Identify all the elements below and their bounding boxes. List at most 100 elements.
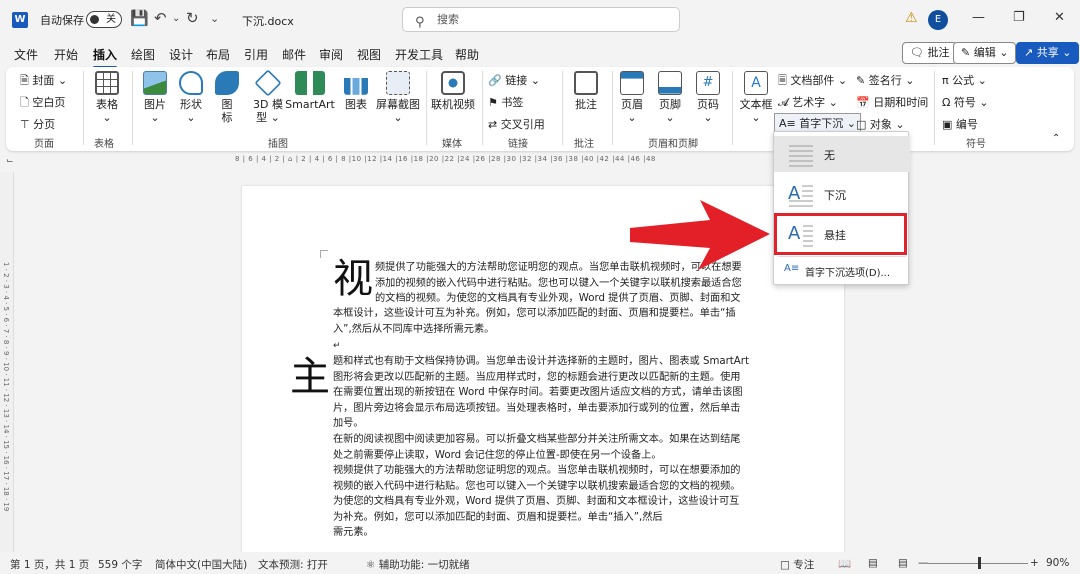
3d-models-button[interactable]: 3D 模型 ⌄: [248, 69, 288, 124]
restore-icon[interactable]: ❐: [1013, 10, 1025, 25]
footer-button[interactable]: 页脚 ⌄: [654, 71, 686, 124]
minimize-icon[interactable]: —: [972, 10, 985, 25]
tab-home[interactable]: 开始: [54, 46, 78, 63]
bookmark-button[interactable]: ⚑ 书签: [488, 94, 523, 110]
chart-button[interactable]: 图表: [338, 71, 374, 111]
wordart-button[interactable]: 𝓐 艺术字 ⌄: [778, 94, 838, 110]
link-button[interactable]: 🔗 链接 ⌄: [488, 72, 540, 88]
new-comment-button[interactable]: 批注: [568, 71, 604, 111]
share-button[interactable]: ↗ 共享 ⌄: [1016, 42, 1080, 64]
zoom-in-icon[interactable]: +: [1030, 557, 1039, 569]
drop-cap-button[interactable]: A≡ 首字下沉 ⌄: [774, 113, 861, 133]
tab-insert[interactable]: 插入: [93, 46, 118, 69]
word-count[interactable]: 559 个字: [98, 557, 142, 572]
undo-icon[interactable]: ↶: [154, 9, 167, 27]
group-divider: [562, 71, 563, 145]
focus-mode-button[interactable]: □ 专注: [780, 557, 814, 572]
smartart-icon: [295, 71, 325, 95]
text-box-button[interactable]: A 文本框 ⌄: [736, 71, 776, 124]
no-drop-cap-icon: [789, 145, 813, 167]
print-layout-icon[interactable]: ▤: [868, 557, 878, 569]
paragraph-3[interactable]: 在新的阅读视图中阅读更加容易。可以折叠文档某些部分并关注所需文本。如果在达到结尾…: [333, 432, 741, 541]
shapes-button[interactable]: 形状 ⌄: [174, 71, 208, 124]
save-icon[interactable]: 💾: [130, 9, 149, 27]
tab-layout[interactable]: 布局: [206, 46, 230, 63]
comment-icon: [574, 71, 598, 95]
shapes-icon: [179, 71, 203, 95]
group-media-label: 媒体: [442, 139, 462, 150]
group-illustrations-label: 插图: [268, 139, 288, 150]
horizontal-ruler[interactable]: 8 | 6 | 4 | 2 | ⌂ | 2 | 4 | 6 | 8 |10 |1…: [235, 155, 795, 168]
paragraph-2[interactable]: 题和样式也有助于文档保持协调。当您单击设计并选择新的主题时，图片、图表或 Sma…: [333, 354, 749, 432]
autosave-toggle[interactable]: 关: [86, 11, 122, 28]
vertical-ruler[interactable]: 1 · 2 · 3 · 4 · 5 · 6 · 7 · 8 · 9 · 10 ·…: [0, 172, 14, 552]
group-divider: [612, 71, 613, 145]
tab-draw[interactable]: 绘图: [131, 46, 155, 63]
text-prediction-status[interactable]: 文本预测: 打开: [258, 557, 328, 572]
online-video-button[interactable]: 联机视频: [430, 71, 476, 111]
warning-icon[interactable]: ⚠: [905, 10, 918, 26]
page-number-button[interactable]: # 页码 ⌄: [692, 71, 724, 124]
drop-cap-none-option[interactable]: 无: [774, 136, 910, 172]
symbol-button[interactable]: Ω 符号 ⌄: [942, 94, 989, 110]
paragraph-1b[interactable]: 本框设计，这些设计可互为补充。例如，您可以添加匹配的封面、页眉和提要栏。单击“插…: [333, 306, 736, 337]
cover-page-button[interactable]: 🗎 封面 ⌄: [20, 72, 67, 91]
highlight-box: [774, 213, 907, 255]
tab-review[interactable]: 审阅: [319, 46, 343, 63]
accessibility-status[interactable]: ⚛ 辅助功能: 一切就绪: [366, 557, 470, 572]
signature-line-button[interactable]: ✎ 签名行 ⌄: [856, 72, 914, 88]
icons-icon: [215, 71, 239, 95]
title-bar: W 自动保存 关 💾 ↶ ⌄ ↻ ⌄ 下沉.docx ⚲ 搜索 ⚠ E — ❐ …: [0, 0, 1080, 40]
menu-divider: [778, 256, 906, 257]
customize-toolbar-icon[interactable]: ⌄: [210, 12, 219, 25]
zoom-out-icon[interactable]: —: [918, 557, 929, 569]
tab-mailings[interactable]: 邮件: [282, 46, 306, 63]
table-button[interactable]: 表格 ⌄: [90, 71, 124, 124]
cross-reference-button[interactable]: ⇄ 交叉引用: [488, 116, 545, 132]
zoom-slider-handle[interactable]: [978, 557, 981, 569]
collapse-ribbon-icon[interactable]: ⌃: [1052, 133, 1060, 144]
blank-page-button[interactable]: 🗋 空白页: [20, 94, 65, 113]
tab-design[interactable]: 设计: [169, 46, 193, 63]
group-divider: [482, 71, 483, 145]
drop-cap-options-item[interactable]: A≡ 首字下沉选项(D)...: [774, 260, 910, 282]
object-button[interactable]: □ 对象 ⌄: [856, 116, 905, 132]
autosave-label: 自动保存: [40, 14, 84, 27]
tab-file[interactable]: 文件: [14, 46, 38, 63]
tab-view[interactable]: 视图: [357, 46, 381, 63]
quick-parts-button[interactable]: 🗏 文档部件 ⌄: [778, 72, 847, 91]
language-status[interactable]: 简体中文(中国大陆): [155, 557, 247, 572]
undo-dropdown-icon[interactable]: ⌄: [172, 13, 180, 24]
group-divider: [83, 71, 84, 145]
tab-selector-icon[interactable]: ⌙: [6, 156, 14, 166]
tab-help[interactable]: 帮助: [455, 46, 479, 63]
equation-button[interactable]: π 公式 ⌄: [942, 72, 987, 88]
avatar[interactable]: E: [928, 10, 948, 30]
tab-references[interactable]: 引用: [244, 46, 268, 63]
group-divider: [934, 71, 935, 145]
zoom-level[interactable]: 90%: [1046, 557, 1069, 569]
group-divider: [732, 71, 733, 145]
header-icon: [620, 71, 644, 95]
status-bar: 第 1 页，共 1 页 559 个字 简体中文(中国大陆) 文本预测: 打开 ⚛…: [0, 552, 1080, 574]
search-box[interactable]: ⚲ 搜索: [402, 7, 680, 32]
editing-button[interactable]: ✎ 编辑 ⌄: [953, 42, 1017, 64]
screenshot-button[interactable]: 屏幕截图 ⌄: [374, 71, 422, 124]
close-icon[interactable]: ✕: [1054, 10, 1065, 25]
group-header-footer-label: 页眉和页脚: [648, 139, 698, 150]
web-layout-icon[interactable]: ▤: [898, 557, 908, 569]
smartart-button[interactable]: SmartArt: [284, 71, 336, 111]
tab-developer[interactable]: 开发工具: [395, 46, 443, 63]
header-button[interactable]: 页眉 ⌄: [616, 71, 648, 124]
date-time-button[interactable]: 📅 日期和时间: [856, 94, 928, 110]
comments-button[interactable]: 🗨 批注: [902, 42, 958, 64]
redo-icon[interactable]: ↻: [186, 9, 199, 27]
read-mode-icon[interactable]: 📖: [838, 557, 851, 570]
document-title[interactable]: 下沉.docx: [242, 13, 294, 29]
picture-button[interactable]: 图片 ⌄: [138, 71, 172, 124]
numbering-button[interactable]: ▣ 编号: [942, 116, 978, 132]
icons-button[interactable]: 图标: [214, 71, 240, 124]
page-count[interactable]: 第 1 页，共 1 页: [10, 557, 89, 572]
drop-cap-dropped-option[interactable]: A 下沉: [774, 176, 910, 212]
page-break-button[interactable]: ⊤ 分页: [20, 116, 55, 132]
